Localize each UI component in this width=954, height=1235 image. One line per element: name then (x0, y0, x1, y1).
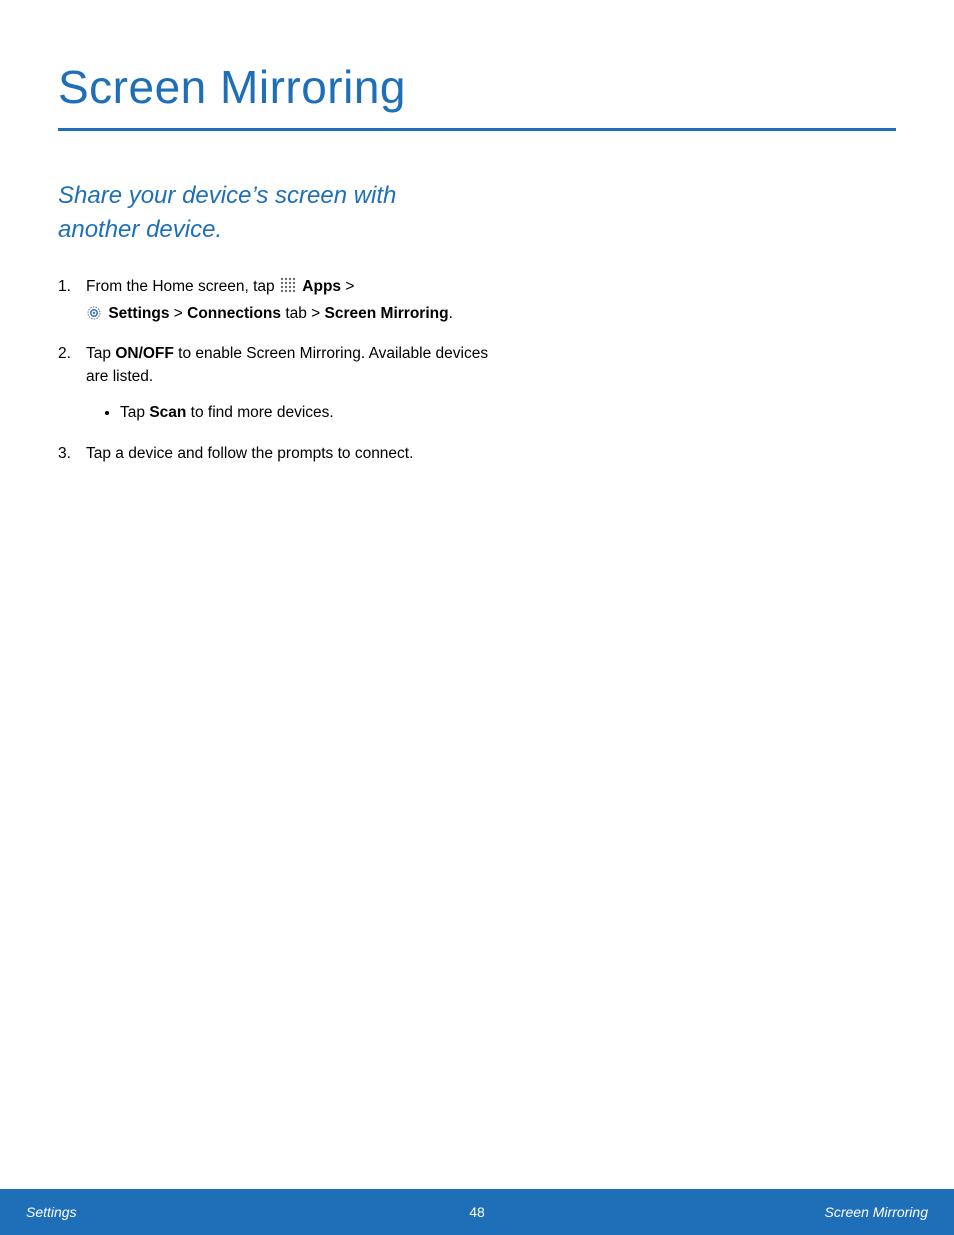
onoff-label: ON/OFF (115, 345, 174, 362)
scan-label: Scan (149, 404, 186, 421)
page-body: Screen Mirroring Share your device’s scr… (0, 0, 954, 465)
footer-page-number: 48 (469, 1204, 485, 1220)
footer-left: Settings (26, 1204, 77, 1220)
step-1-sep-a: > (345, 278, 354, 295)
steps-list: From the Home screen, tap Apps > (58, 276, 498, 465)
footer-right: Screen Mirroring (825, 1204, 928, 1220)
step-1-sep-c: tab > (285, 305, 324, 322)
settings-label: Settings (108, 305, 169, 322)
apps-label: Apps (302, 278, 341, 295)
step-1-end: . (449, 305, 453, 322)
page-footer: Settings 48 Screen Mirroring (0, 1189, 954, 1235)
step-1-sep-b: > (174, 305, 187, 322)
settings-gear-icon (86, 305, 102, 321)
page-title: Screen Mirroring (58, 60, 896, 114)
step-2-sublist: Tap Scan to find more devices. (86, 402, 498, 424)
connections-label: Connections (187, 305, 281, 322)
step-3: Tap a device and follow the prompts to c… (58, 443, 498, 465)
step-3-text: Tap a device and follow the prompts to c… (86, 445, 413, 462)
step-2-text-a: Tap (86, 345, 115, 362)
step-2: Tap ON/OFF to enable Screen Mirroring. A… (58, 343, 498, 424)
step-1: From the Home screen, tap Apps > (58, 276, 498, 325)
bullet-text-a: Tap (120, 404, 149, 421)
step-2-bullet: Tap Scan to find more devices. (120, 402, 498, 424)
title-rule (58, 128, 896, 131)
apps-grid-icon (280, 277, 296, 293)
page-subtitle: Share your device’s screen with another … (58, 179, 478, 246)
screen-mirroring-label: Screen Mirroring (325, 305, 449, 322)
step-1-text-a: From the Home screen, tap (86, 278, 279, 295)
bullet-text-b: to find more devices. (186, 404, 333, 421)
